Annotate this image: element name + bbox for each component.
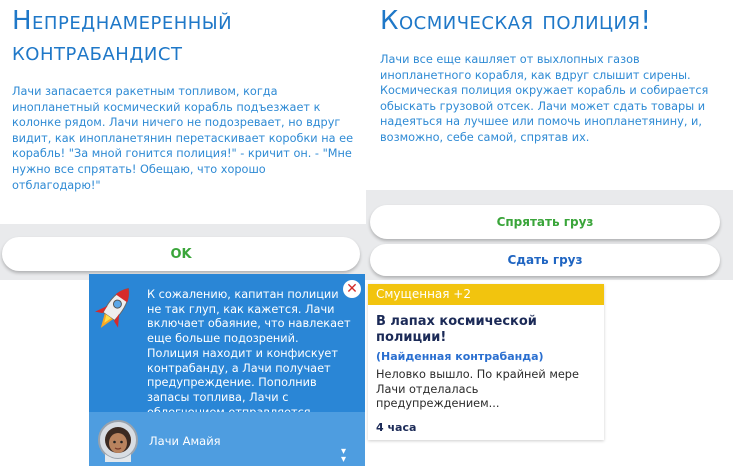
dialog-title: Космическая полиция! — [380, 6, 652, 36]
dialog-title: Непреднамеренный контрабандист — [12, 6, 233, 67]
chevron-down-icon[interactable]: ▾ ▾ — [341, 447, 346, 465]
surrender-cargo-button[interactable]: Сдать груз — [370, 244, 720, 276]
event-dialog-right: Космическая полиция! Лачи все еще кашляе… — [366, 0, 733, 190]
dialog-body: Лачи все еще кашляет от выхлопных газов … — [380, 53, 709, 144]
event-dialog-left: Непреднамеренный контрабандист Лачи запа… — [0, 0, 366, 230]
rocket-icon — [95, 282, 133, 336]
notification-footer: Лачи Амайя ▾ ▾ — [89, 412, 365, 466]
notification-panel: ✕ К сожалению, капитан полиции не так гл… — [89, 274, 365, 466]
ok-button[interactable]: OK — [2, 237, 360, 271]
moodlet-title: В лапах космической полиции! — [376, 314, 537, 345]
dialog-body: Лачи запасается ракетным топливом, когда… — [12, 85, 354, 192]
moodlet-header: Смущенная +2 — [368, 284, 604, 305]
hide-cargo-button[interactable]: Спрятать груз — [370, 205, 720, 239]
moodlet-duration: 4 часа — [376, 421, 417, 434]
moodlet-subtitle: (Найденная контрабанда) — [376, 350, 544, 363]
sim-avatar[interactable] — [97, 418, 139, 462]
moodlet-description: Неловко вышло. По крайней мере Лачи отде… — [376, 368, 579, 410]
moodlet-card: Смущенная +2 В лапах космической полиции… — [368, 284, 604, 440]
sim-name: Лачи Амайя — [149, 434, 221, 448]
